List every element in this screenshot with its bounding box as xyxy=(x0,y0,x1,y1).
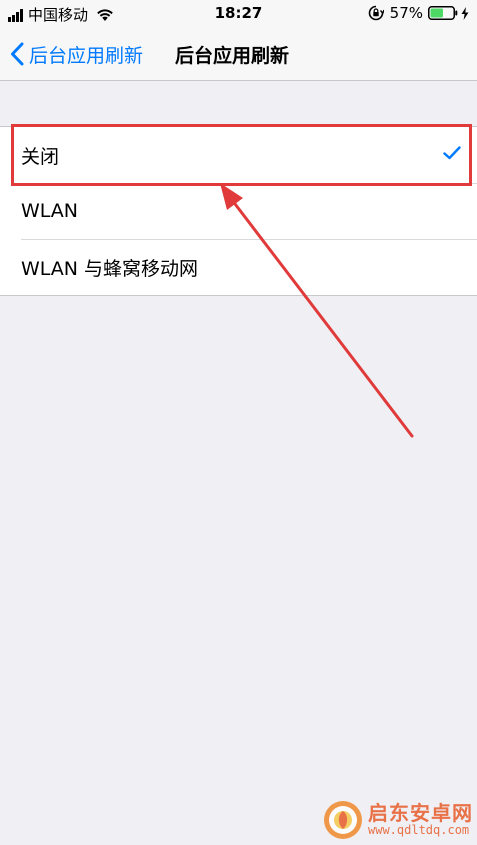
refresh-options-list: 关闭 WLAN WLAN 与蜂窝移动网 xyxy=(0,126,477,296)
watermark-name: 启东安卓网 xyxy=(368,801,473,826)
option-wlan-and-cellular[interactable]: WLAN 与蜂窝移动网 xyxy=(0,239,477,295)
charging-bolt-icon xyxy=(461,6,469,20)
watermark-url: www.qdltdq.com xyxy=(368,823,470,838)
watermark-logo-icon xyxy=(322,799,364,841)
back-button[interactable]: 后台应用刷新 xyxy=(10,28,143,80)
rotation-lock-icon xyxy=(368,5,384,21)
watermark-text: 启东安卓网 www.qdltdq.com xyxy=(368,803,473,837)
option-off[interactable]: 关闭 xyxy=(0,127,477,183)
option-label: WLAN xyxy=(21,200,79,222)
page-title: 后台应用刷新 xyxy=(175,44,290,67)
option-label: 关闭 xyxy=(21,145,60,168)
checkmark-icon xyxy=(443,146,461,160)
navigation-bar: 后台应用刷新 后台应用刷新 xyxy=(0,28,477,81)
chevron-left-icon xyxy=(10,42,24,66)
option-label: WLAN 与蜂窝移动网 xyxy=(21,257,199,280)
back-button-label: 后台应用刷新 xyxy=(29,44,144,67)
status-bar: 中国移动 18:27 57% xyxy=(0,0,477,28)
option-wlan[interactable]: WLAN xyxy=(0,183,477,239)
watermark: 启东安卓网 www.qdltdq.com xyxy=(322,799,473,841)
status-right: 57% xyxy=(368,4,469,22)
battery-percent: 57% xyxy=(389,4,423,22)
battery-icon xyxy=(428,6,458,20)
